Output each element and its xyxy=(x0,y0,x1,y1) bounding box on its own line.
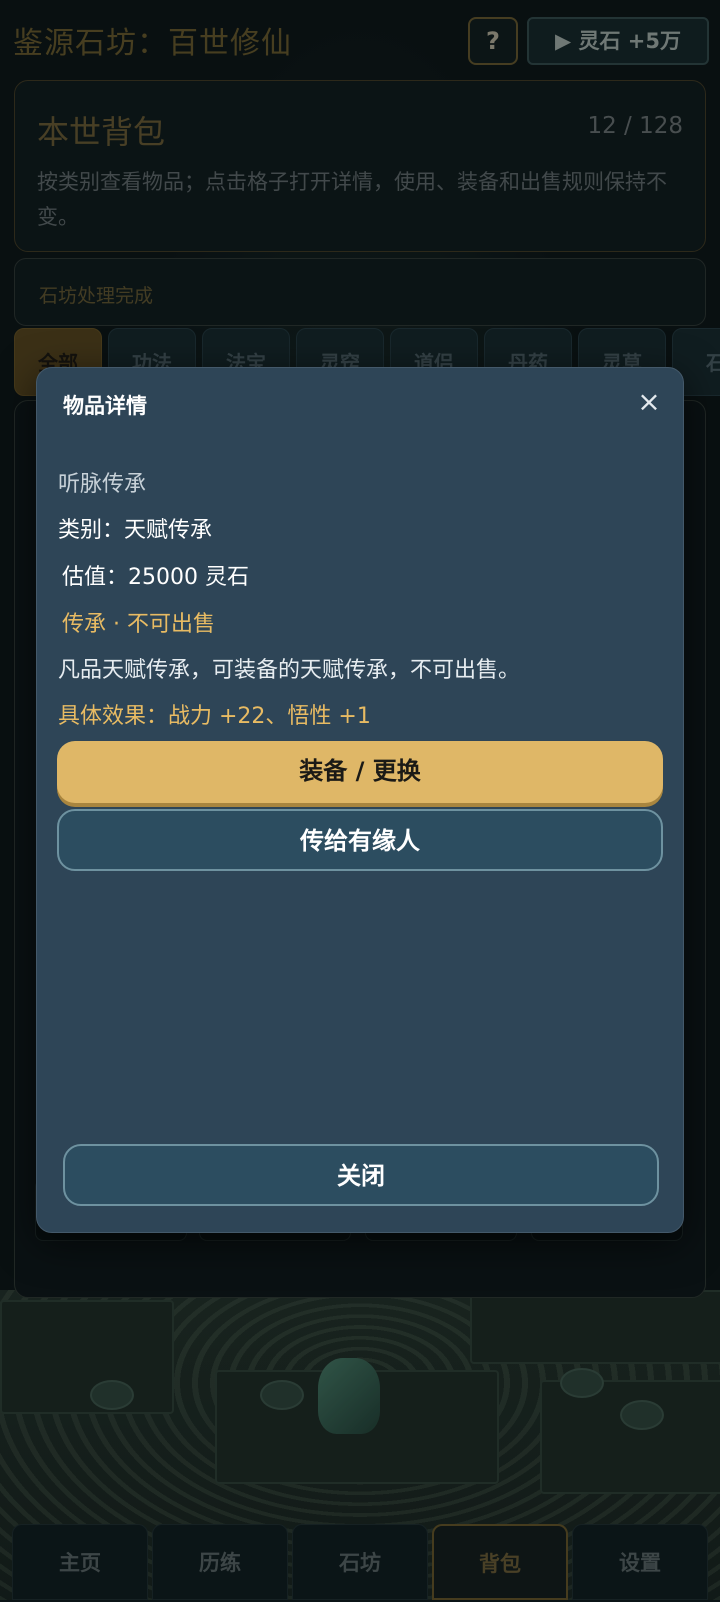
modal-title: 物品详情 xyxy=(63,394,147,418)
item-description: 凡品天赋传承，可装备的天赋传承，不可出售。 xyxy=(58,658,521,683)
pass-on-button[interactable]: 传给有缘人 xyxy=(57,809,663,871)
item-detail-modal: 物品详情 × 听脉传承 类别：天赋传承 估值：25000 灵石 传承 · 不可出… xyxy=(36,367,684,1233)
item-name: 听脉传承 xyxy=(58,472,147,497)
item-effect: 具体效果：战力 +22、悟性 +1 xyxy=(58,704,371,729)
item-category: 类别：天赋传承 xyxy=(58,518,213,543)
equip-button[interactable]: 装备 / 更换 xyxy=(57,741,663,803)
close-button[interactable]: 关闭 xyxy=(63,1144,659,1206)
item-tags: 传承 · 不可出售 xyxy=(62,612,215,637)
close-icon[interactable]: × xyxy=(629,382,669,422)
item-value: 估值：25000 灵石 xyxy=(62,565,249,590)
